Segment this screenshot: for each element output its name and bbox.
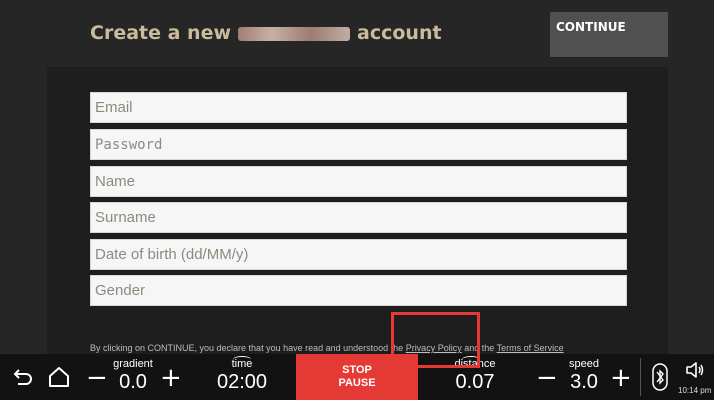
- distance-value: 0.07: [455, 371, 495, 393]
- gradient-readout: gradient 0.0: [106, 358, 160, 394]
- back-icon: [13, 369, 32, 385]
- password-field[interactable]: Password: [90, 129, 627, 160]
- gradient-value: 0.0: [119, 371, 147, 393]
- gradient-label: gradient: [113, 358, 153, 370]
- treadmill-control-bar: − gradient 0.0 + time 02:00 STOP PAUSE d…: [0, 354, 714, 400]
- stop-label: STOP: [342, 364, 372, 376]
- speaker-icon: [686, 362, 704, 378]
- title-suffix: account: [357, 22, 442, 44]
- terms-disclaimer: By clicking on CONTINUE, you declare tha…: [90, 343, 564, 353]
- speed-label: speed: [569, 358, 599, 370]
- speed-increase-button[interactable]: +: [610, 364, 632, 392]
- system-clock: 10:14 pm: [678, 386, 712, 395]
- page-header: Create a new account: [90, 20, 442, 46]
- disclaimer-text-before: By clicking on CONTINUE, you declare tha…: [90, 343, 406, 353]
- redacted-brand-name: [238, 26, 351, 41]
- name-field[interactable]: Name: [90, 166, 627, 197]
- bluetooth-icon: [652, 363, 668, 391]
- highlight-box: [391, 312, 480, 368]
- gradient-increase-button[interactable]: +: [160, 364, 182, 392]
- pause-label: PAUSE: [338, 377, 376, 389]
- back-button[interactable]: [6, 354, 38, 400]
- time-readout: time 02:00: [212, 358, 272, 394]
- page-title: Create a new account: [90, 22, 442, 44]
- gradient-decrease-button[interactable]: −: [86, 364, 108, 392]
- time-value: 02:00: [216, 371, 268, 393]
- home-icon: [49, 367, 69, 387]
- volume-button[interactable]: [682, 354, 708, 386]
- bluetooth-button[interactable]: [650, 354, 670, 400]
- terms-of-service-link[interactable]: Terms of Service: [497, 343, 564, 353]
- surname-field[interactable]: Surname: [90, 202, 627, 233]
- gender-field[interactable]: Gender: [90, 275, 627, 306]
- date-of-birth-field[interactable]: Date of birth (dd/MM/y): [90, 239, 627, 270]
- email-field[interactable]: Email: [90, 92, 627, 123]
- speed-value: 3.0: [570, 371, 598, 393]
- continue-button[interactable]: CONTINUE: [550, 12, 668, 57]
- speed-decrease-button[interactable]: −: [536, 364, 558, 392]
- home-button[interactable]: [42, 354, 76, 400]
- time-label: time: [231, 358, 253, 370]
- bar-divider: [640, 358, 641, 396]
- title-prefix: Create a new: [90, 22, 232, 44]
- speed-readout: speed 3.0: [560, 358, 608, 394]
